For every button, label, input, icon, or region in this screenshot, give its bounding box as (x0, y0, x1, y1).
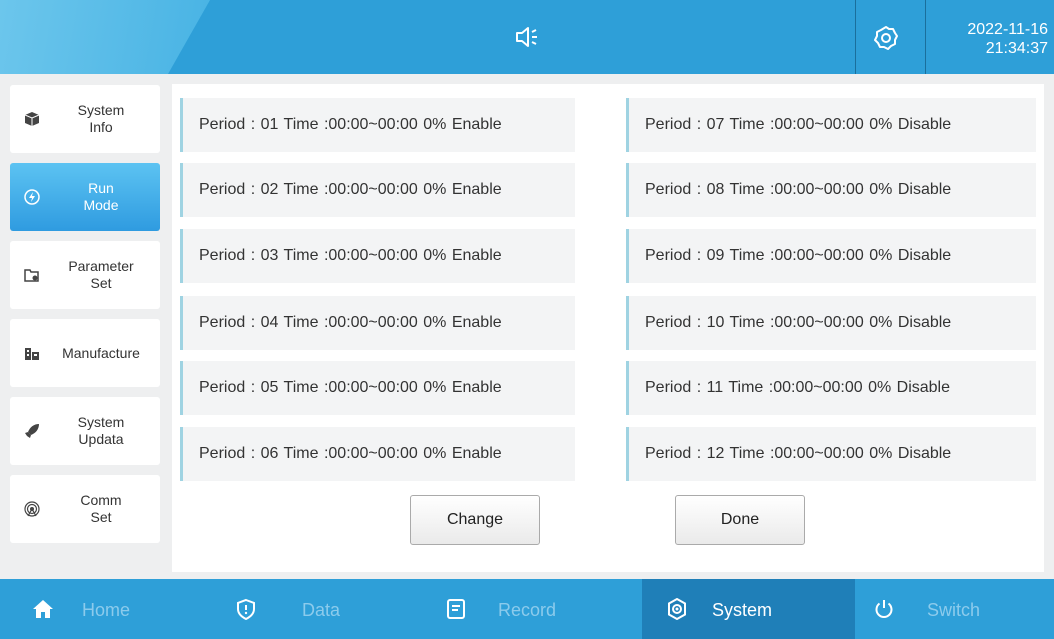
period-row-05[interactable]: Period : 05 Time :00:00~00:00 0% Enable (180, 361, 575, 415)
top-bar: 2022-11-16 21:34:37 (0, 0, 1054, 74)
sidebar-item-run-mode[interactable]: Run Mode (10, 163, 160, 231)
factory-icon (25, 348, 39, 360)
period-row-02[interactable]: Period : 02 Time :00:00~00:00 0% Enable (180, 163, 575, 217)
period-row-01[interactable]: Period : 01 Time :00:00~00:00 0% Enable (180, 98, 575, 152)
period-row-12[interactable]: Period : 12 Time :00:00~00:00 0% Disable (626, 427, 1036, 481)
tab-label: Data (302, 600, 341, 620)
header-logo-area (0, 0, 210, 74)
time-text: 21:34:37 (985, 40, 1048, 57)
sidebar-item-label: Comm Set (80, 492, 122, 525)
period-row-03[interactable]: Period : 03 Time :00:00~00:00 0% Enable (180, 229, 575, 283)
signal-icon (24, 501, 40, 517)
tab-switch[interactable]: Switch (855, 579, 1054, 639)
sidebar-item-label: Manufacture (62, 344, 140, 361)
tab-record[interactable]: Record (420, 579, 630, 639)
datetime-display: 2022-11-16 21:34:37 (930, 20, 1048, 58)
tab-label: Record (498, 600, 557, 620)
tab-label: Home (82, 600, 131, 620)
change-button[interactable]: Change (410, 495, 540, 545)
tab-data[interactable]: Data (210, 579, 420, 639)
tab-system[interactable]: System (642, 579, 855, 639)
sidebar-item-label: Run Mode (83, 180, 119, 213)
speaker-icon[interactable] (514, 24, 540, 50)
header-divider (925, 0, 926, 74)
sidebar-item-label: System Updata (77, 414, 125, 447)
bolt-icon (24, 189, 40, 205)
settings-gear-icon[interactable] (873, 25, 899, 51)
period-row-10[interactable]: Period : 10 Time :00:00~00:00 0% Disable (626, 296, 1036, 350)
period-row-07[interactable]: Period : 07 Time :00:00~00:00 0% Disable (626, 98, 1036, 152)
tab-home[interactable]: Home (0, 579, 210, 639)
period-row-11[interactable]: Period : 11 Time :00:00~00:00 0% Disable (626, 361, 1036, 415)
date-text: 2022-11-16 (967, 21, 1048, 38)
sidebar-item-comm-set[interactable]: Comm Set (10, 475, 160, 543)
tab-label: System (712, 600, 773, 620)
bottom-nav: Home Data Record System Switch (0, 579, 1054, 639)
home-icon (33, 600, 53, 618)
shield-icon (237, 598, 255, 620)
tab-label: Switch (927, 600, 981, 620)
sidebar-item-parameter-set[interactable]: Parameter Set (10, 241, 160, 309)
period-row-04[interactable]: Period : 04 Time :00:00~00:00 0% Enable (180, 296, 575, 350)
document-icon (447, 599, 465, 619)
sidebar-item-manufacture[interactable]: Manufacture (10, 319, 160, 387)
sidebar-item-label: Parameter Set (68, 258, 134, 291)
header-divider (855, 0, 856, 74)
system-gear-icon (668, 598, 686, 620)
period-row-08[interactable]: Period : 08 Time :00:00~00:00 0% Disable (626, 163, 1036, 217)
done-button[interactable]: Done (675, 495, 805, 545)
sidebar-item-label: System Info (77, 102, 125, 135)
sidebar-item-system-info[interactable]: System Info (10, 85, 160, 153)
period-row-09[interactable]: Period : 09 Time :00:00~00:00 0% Disable (626, 229, 1036, 283)
period-row-06[interactable]: Period : 06 Time :00:00~00:00 0% Enable (180, 427, 575, 481)
folder-gear-icon (24, 269, 39, 282)
power-icon (875, 600, 893, 618)
rocket-icon (25, 424, 39, 438)
cube-icon (24, 112, 40, 126)
sidebar-item-system-updata[interactable]: System Updata (10, 397, 160, 465)
